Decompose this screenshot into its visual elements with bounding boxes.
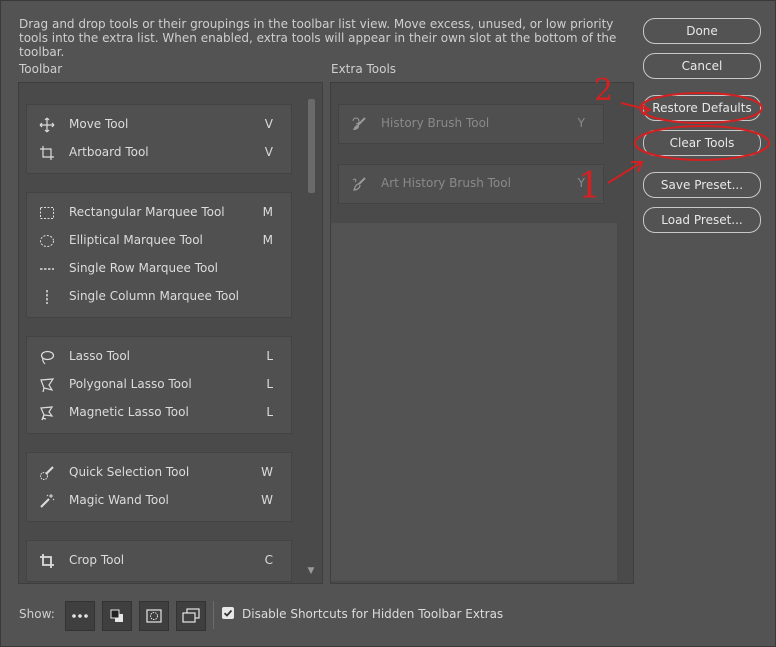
move-icon xyxy=(39,117,55,133)
tool-name: History Brush Tool xyxy=(381,116,490,130)
tool-row[interactable]: Lasso Tool L xyxy=(27,343,291,371)
quick-selection-icon xyxy=(39,465,55,481)
crop-icon xyxy=(39,553,55,569)
instructions-text: Drag and drop tools or their groupings i… xyxy=(19,17,617,59)
disable-shortcuts-label: Disable Shortcuts for Hidden Toolbar Ext… xyxy=(242,607,504,621)
tool-shortcut: V xyxy=(264,145,273,159)
fg-bg-colors-icon[interactable] xyxy=(102,601,132,631)
tool-row[interactable]: Art History Brush Tool Y xyxy=(339,170,603,198)
row-marquee-icon xyxy=(39,261,55,277)
tool-row[interactable]: Artboard Tool V xyxy=(27,139,291,167)
tool-row[interactable]: Single Column Marquee Tool xyxy=(27,283,291,311)
divider xyxy=(213,601,214,629)
tool-row[interactable]: Move Tool V xyxy=(27,111,291,139)
tool-row[interactable]: Single Row Marquee Tool xyxy=(27,255,291,283)
toolbar-group[interactable]: Lasso Tool L Polygonal Lasso Tool L Magnetic… xyxy=(26,336,292,434)
extra-tools-list[interactable]: History Brush Tool Y Art History Brush Too… xyxy=(330,82,634,584)
history-brush-icon xyxy=(351,116,367,132)
tool-shortcut: Y xyxy=(577,176,585,190)
restore-defaults-button[interactable]: Restore Defaults xyxy=(643,95,761,121)
tool-name: Magic Wand Tool xyxy=(69,493,169,507)
tool-shortcut: L xyxy=(266,405,273,419)
extra-group[interactable]: History Brush Tool Y xyxy=(338,104,604,144)
tool-row[interactable]: Polygonal Lasso Tool L xyxy=(27,371,291,399)
toolbar-group[interactable]: Quick Selection Tool W Magic Wand Tool W xyxy=(26,452,292,522)
toolbar-list[interactable]: Move Tool V Artboard Tool V Rectangular Marq… xyxy=(18,82,323,584)
tool-name: Artboard Tool xyxy=(69,145,149,159)
toolbar-scrollbar-thumb[interactable] xyxy=(308,99,315,193)
magic-wand-icon xyxy=(39,493,55,509)
tool-name: Crop Tool xyxy=(69,553,125,567)
tool-name: Single Column Marquee Tool xyxy=(69,289,240,303)
more-icon[interactable] xyxy=(65,601,95,631)
tool-shortcut: M xyxy=(262,233,273,247)
tool-shortcut: W xyxy=(261,465,273,479)
done-button[interactable]: Done xyxy=(643,18,761,44)
show-label: Show: xyxy=(19,607,55,621)
toolbar-group[interactable]: Crop Tool C xyxy=(26,540,292,582)
extra-drop-area[interactable] xyxy=(331,223,617,581)
tool-name: Polygonal Lasso Tool xyxy=(69,377,192,391)
tool-name: Elliptical Marquee Tool xyxy=(69,233,203,247)
tool-shortcut: W xyxy=(261,493,273,507)
extra-group[interactable]: Art History Brush Tool Y xyxy=(338,164,604,204)
tool-row[interactable]: Elliptical Marquee Tool M xyxy=(27,227,291,255)
column-marquee-icon xyxy=(39,289,55,305)
tool-name: Single Row Marquee Tool xyxy=(69,261,219,275)
tool-shortcut: M xyxy=(262,205,273,219)
rect-marquee-icon xyxy=(39,205,55,221)
artboard-icon xyxy=(39,145,55,161)
save-preset-button[interactable]: Save Preset... xyxy=(643,172,761,198)
load-preset-button[interactable]: Load Preset... xyxy=(643,207,761,233)
tool-row[interactable]: Magic Wand Tool W xyxy=(27,487,291,515)
toolbar-group[interactable]: Rectangular Marquee Tool M Elliptical Marq… xyxy=(26,192,292,318)
clear-tools-button[interactable]: Clear Tools xyxy=(643,130,761,156)
cancel-button[interactable]: Cancel xyxy=(643,53,761,79)
art-history-brush-icon xyxy=(351,176,367,192)
tool-name: Quick Selection Tool xyxy=(69,465,190,479)
polygonal-lasso-icon xyxy=(39,377,55,393)
tool-name: Rectangular Marquee Tool xyxy=(69,205,225,219)
tool-shortcut: C xyxy=(264,553,273,567)
quick-mask-icon[interactable] xyxy=(139,601,169,631)
tool-row[interactable]: History Brush Tool Y xyxy=(339,110,603,138)
tool-shortcut: L xyxy=(266,377,273,391)
scroll-down-arrow-icon[interactable]: ▼ xyxy=(306,566,316,576)
tool-name: Move Tool xyxy=(69,117,129,131)
toolbar-group[interactable]: Move Tool V Artboard Tool V xyxy=(26,104,292,174)
tool-row[interactable]: Crop Tool C xyxy=(27,547,291,575)
tool-shortcut: V xyxy=(264,117,273,131)
tool-name: Magnetic Lasso Tool xyxy=(69,405,189,419)
disable-shortcuts-checkbox[interactable] xyxy=(222,607,234,619)
ellipse-marquee-icon xyxy=(39,233,55,249)
lasso-icon xyxy=(39,349,55,365)
tool-shortcut: L xyxy=(266,349,273,363)
tool-name: Lasso Tool xyxy=(69,349,131,363)
tool-name: Art History Brush Tool xyxy=(381,176,511,190)
tool-row[interactable]: Quick Selection Tool W xyxy=(27,459,291,487)
magnetic-lasso-icon xyxy=(39,405,55,421)
toolbar-label: Toolbar xyxy=(19,62,63,76)
extra-tools-label: Extra Tools xyxy=(331,62,397,76)
tool-row[interactable]: Rectangular Marquee Tool M xyxy=(27,199,291,227)
tool-row[interactable]: Magnetic Lasso Tool L xyxy=(27,399,291,427)
tool-shortcut: Y xyxy=(577,116,585,130)
screen-mode-icon[interactable] xyxy=(176,601,206,631)
